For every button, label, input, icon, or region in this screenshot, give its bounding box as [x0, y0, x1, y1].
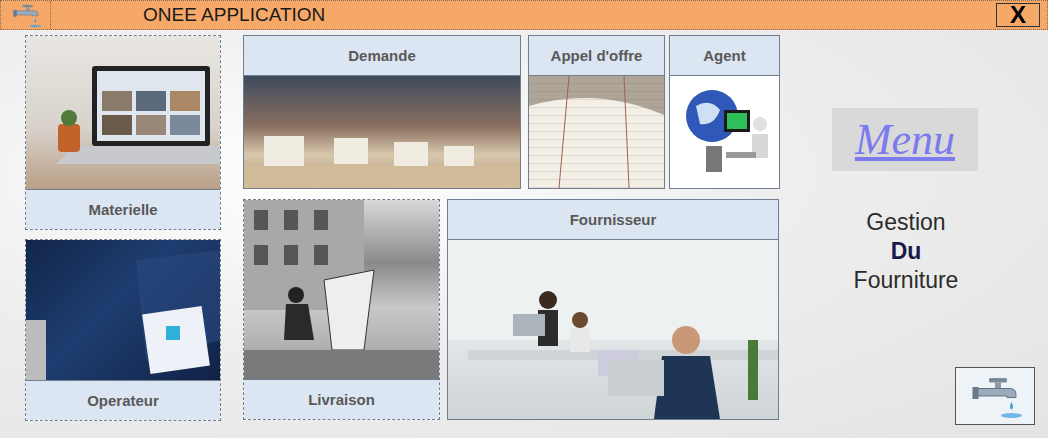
- tile-photo: [529, 76, 664, 188]
- middle-column: DemandeAppel d'offreAgent Livraison Fourni…: [243, 35, 780, 438]
- tile-label: Operateur: [26, 380, 220, 420]
- faucet-icon: [965, 373, 1025, 419]
- app-subtitle: GestionDuFourniture: [822, 208, 990, 295]
- tile-photo: [244, 76, 520, 188]
- app-icon-box: [1, 1, 51, 29]
- faucet-button[interactable]: [955, 367, 1035, 425]
- module-tile[interactable]: Fournisseur: [447, 199, 779, 420]
- subtitle-line: Fourniture: [854, 266, 959, 295]
- module-tile[interactable]: Demande: [243, 35, 521, 189]
- window-title: ONEE APPLICATION: [143, 4, 996, 26]
- module-tile[interactable]: Operateur: [25, 239, 221, 421]
- module-tile[interactable]: Livraison: [243, 199, 440, 420]
- tile-label: Appel d'offre: [529, 36, 664, 76]
- tile-photo: [670, 76, 779, 188]
- title-bar: ONEE APPLICATIONX: [0, 0, 1048, 30]
- main-menu: Materielle Operateur DemandeAppel d'offreA…: [0, 30, 1048, 438]
- tile-label: Agent: [670, 36, 779, 76]
- tile-photo: [448, 240, 778, 419]
- tile-photo: [26, 36, 220, 189]
- module-tile[interactable]: Materielle: [25, 35, 221, 230]
- tile-label: Materielle: [26, 189, 220, 229]
- tile-label: Livraison: [244, 379, 439, 419]
- module-tile[interactable]: Appel d'offre: [528, 35, 665, 189]
- tile-label: Demande: [244, 36, 520, 76]
- menu-title[interactable]: Menu: [832, 108, 978, 171]
- subtitle-line: Gestion: [866, 208, 945, 237]
- tile-photo: [26, 240, 220, 380]
- tile-label: Fournisseur: [448, 200, 778, 240]
- right-panel: Menu GestionDuFourniture: [780, 35, 1048, 438]
- tile-row: DemandeAppel d'offreAgent: [243, 35, 780, 189]
- left-column: Materielle Operateur: [25, 35, 221, 438]
- tile-photo: [244, 200, 439, 379]
- subtitle-line: Du: [891, 237, 922, 266]
- tile-row: Livraison Fournisseur: [243, 199, 780, 420]
- module-tile[interactable]: Agent: [669, 35, 780, 189]
- faucet-icon: [9, 2, 43, 28]
- close-button[interactable]: X: [996, 3, 1040, 27]
